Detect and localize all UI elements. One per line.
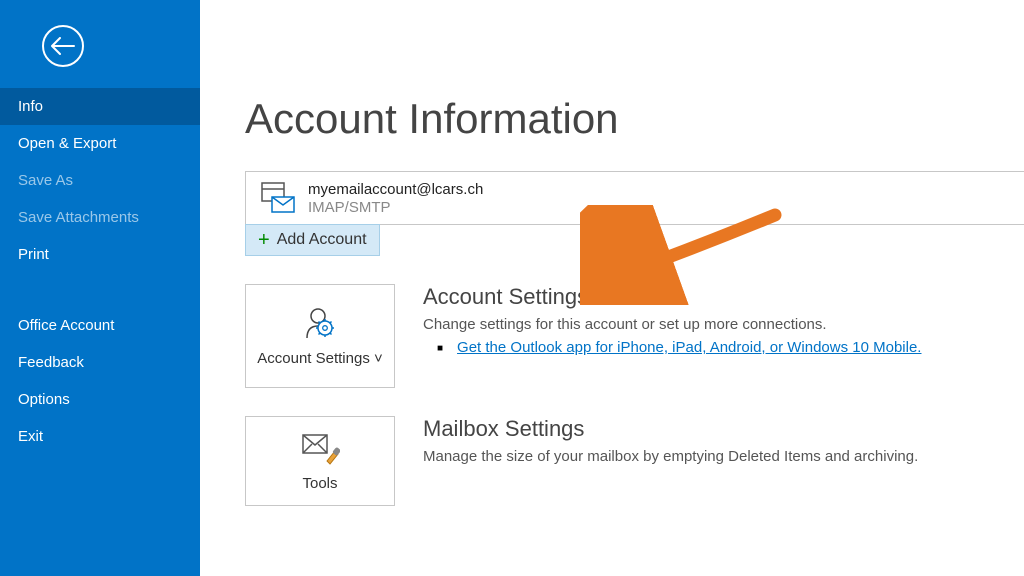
get-outlook-app-link[interactable]: Get the Outlook app for iPhone, iPad, An… xyxy=(457,339,921,356)
sidebar-item-label: Options xyxy=(18,391,70,408)
sidebar-item-label: Exit xyxy=(18,428,43,445)
sidebar-item-label: Print xyxy=(18,246,49,263)
sidebar: Info Open & Export Save As Save Attachme… xyxy=(0,0,200,576)
tools-icon xyxy=(300,428,340,468)
account-settings-tile[interactable]: Account Settings ˅ xyxy=(245,284,395,388)
mailbox-settings-heading: Mailbox Settings xyxy=(423,416,1024,442)
sidebar-item-label: Save As xyxy=(18,172,73,189)
sidebar-item-exit[interactable]: Exit xyxy=(0,418,200,455)
sidebar-item-print[interactable]: Print xyxy=(0,236,200,273)
sidebar-item-save-as: Save As xyxy=(0,162,200,199)
mailbox-settings-description: Manage the size of your mailbox by empty… xyxy=(423,448,1024,465)
account-settings-tile-label: Account Settings ˅ xyxy=(257,349,383,369)
plus-icon: + xyxy=(258,230,270,250)
account-settings-heading: Account Settings xyxy=(423,284,1024,310)
tools-tile-label: Tools xyxy=(302,474,337,494)
mailbox-settings-row: Tools Mailbox Settings Manage the size o… xyxy=(245,416,1024,506)
account-text: myemailaccount@lcars.ch IMAP/SMTP xyxy=(308,181,483,216)
account-settings-bullet-row: ■ Get the Outlook app for iPhone, iPad, … xyxy=(423,339,1024,356)
add-account-label: Add Account xyxy=(277,231,367,249)
back-arrow-icon xyxy=(51,37,75,55)
sidebar-item-office-account[interactable]: Office Account xyxy=(0,307,200,344)
add-account-button[interactable]: + Add Account xyxy=(245,224,380,256)
sidebar-item-label: Feedback xyxy=(18,354,84,371)
sidebar-item-save-attachments: Save Attachments xyxy=(0,199,200,236)
account-settings-description: Change settings for this account or set … xyxy=(423,316,1024,333)
sidebar-item-label: Info xyxy=(18,98,43,115)
account-selector[interactable]: myemailaccount@lcars.ch IMAP/SMTP xyxy=(245,171,1024,225)
account-email: myemailaccount@lcars.ch xyxy=(308,181,483,198)
account-settings-row: Account Settings ˅ Account Settings Chan… xyxy=(245,284,1024,388)
sidebar-item-open-export[interactable]: Open & Export xyxy=(0,125,200,162)
account-settings-icon xyxy=(301,303,339,343)
page-title: Account Information xyxy=(245,95,1024,143)
mailbox-settings-content: Mailbox Settings Manage the size of your… xyxy=(423,416,1024,471)
bullet-icon: ■ xyxy=(437,343,443,354)
outlook-file-backstage: Info Open & Export Save As Save Attachme… xyxy=(0,0,1024,576)
sidebar-item-label: Save Attachments xyxy=(18,209,139,226)
sidebar-item-feedback[interactable]: Feedback xyxy=(0,344,200,381)
sidebar-item-label: Office Account xyxy=(18,317,114,334)
sidebar-spacer xyxy=(0,273,200,307)
account-mailbox-icon xyxy=(258,178,298,218)
account-protocol: IMAP/SMTP xyxy=(308,199,483,216)
sidebar-item-info[interactable]: Info xyxy=(0,88,200,125)
back-button[interactable] xyxy=(42,25,84,67)
main-panel: Account Information myemailaccount@lcars… xyxy=(200,0,1024,576)
sidebar-item-label: Open & Export xyxy=(18,135,116,152)
account-settings-content: Account Settings Change settings for thi… xyxy=(423,284,1024,356)
tools-tile[interactable]: Tools xyxy=(245,416,395,506)
sidebar-item-options[interactable]: Options xyxy=(0,381,200,418)
